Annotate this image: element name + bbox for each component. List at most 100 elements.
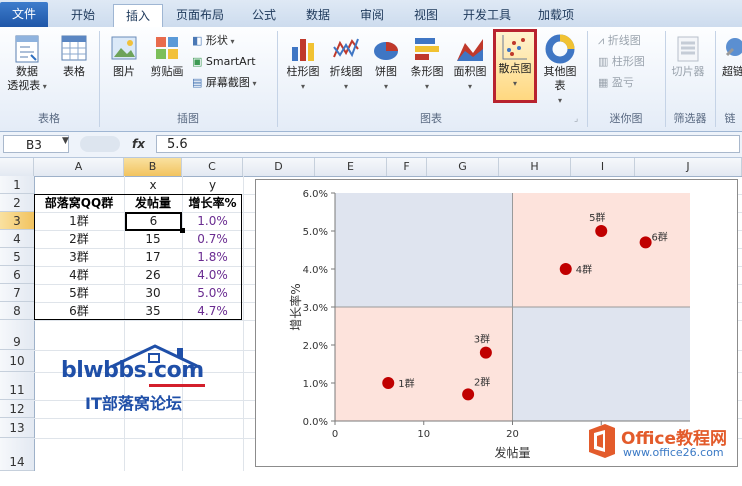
cell-a7[interactable]: 5群: [34, 285, 124, 302]
tab-developer[interactable]: 开发工具: [455, 4, 519, 26]
col-header-i[interactable]: I: [571, 158, 635, 176]
col-header-e[interactable]: E: [315, 158, 387, 176]
col-header-g[interactable]: G: [427, 158, 499, 176]
table-label: 表格: [63, 65, 85, 78]
insert-function-button[interactable]: fx: [132, 135, 145, 153]
tab-file[interactable]: 文件: [0, 2, 48, 27]
cell-b6[interactable]: 26: [124, 267, 182, 284]
line-chart-label: 折线图: [329, 65, 363, 78]
cell-b4[interactable]: 15: [124, 231, 182, 248]
cell-b5[interactable]: 17: [124, 249, 182, 266]
tab-addins[interactable]: 加载项: [526, 4, 586, 26]
row-header-10[interactable]: 10: [0, 350, 34, 372]
name-box[interactable]: B3: [3, 135, 69, 153]
pie-chart-button[interactable]: 饼图 ▾: [368, 33, 404, 94]
row-header-6[interactable]: 6: [0, 266, 34, 284]
x-tick-label: 0: [332, 429, 338, 440]
slicer-button[interactable]: 切片器: [668, 33, 708, 79]
col-header-c[interactable]: C: [182, 158, 243, 176]
col-header-h[interactable]: H: [499, 158, 571, 176]
row-header-2[interactable]: 2: [0, 194, 34, 212]
sparkline-winloss-button[interactable]: ▦ 盈亏: [598, 75, 634, 91]
row-header-9[interactable]: 9: [0, 320, 34, 350]
shapes-button[interactable]: ◧ 形状 ▾: [192, 33, 234, 50]
other-charts-button[interactable]: 其他图表 ▾: [540, 33, 580, 108]
cell-a8[interactable]: 6群: [34, 303, 124, 320]
fill-handle[interactable]: [180, 228, 185, 233]
tab-page-layout[interactable]: 页面布局: [166, 4, 234, 26]
cell-c8[interactable]: 4.7%: [182, 303, 243, 320]
scatter-chart-label: 散点图: [498, 62, 532, 75]
cell-a5[interactable]: 3群: [34, 249, 124, 266]
smartart-button[interactable]: ▣ SmartArt: [192, 54, 256, 70]
row-header-3[interactable]: 3: [0, 212, 34, 230]
tab-home[interactable]: 开始: [58, 4, 108, 26]
sparkline-winloss-icon: ▦: [598, 76, 609, 89]
gridline: [243, 176, 244, 471]
col-header-d[interactable]: D: [243, 158, 315, 176]
cell-b2[interactable]: 发帖量: [124, 195, 182, 212]
row-header-8[interactable]: 8: [0, 302, 34, 320]
blwbbs-domain: blwbbs.com: [61, 358, 204, 383]
row-header-13[interactable]: 13: [0, 418, 34, 438]
col-header-j[interactable]: J: [635, 158, 742, 176]
row-header-7[interactable]: 7: [0, 284, 34, 302]
cell-b1[interactable]: x: [124, 177, 182, 194]
area-chart-button[interactable]: 面积图 ▾: [449, 33, 491, 94]
cell-c5[interactable]: 1.8%: [182, 249, 243, 266]
row-header-1[interactable]: 1: [0, 176, 34, 194]
x-tick-label: 20: [506, 429, 519, 440]
screenshot-button[interactable]: ▤ 屏幕截图 ▾: [192, 75, 256, 92]
col-header-a[interactable]: A: [34, 158, 124, 176]
column-chart-button[interactable]: 柱形图 ▾: [282, 33, 324, 94]
tab-formulas[interactable]: 公式: [240, 4, 288, 26]
row-header-5[interactable]: 5: [0, 248, 34, 266]
picture-button[interactable]: 图片: [104, 33, 144, 79]
group-label-links: 链: [724, 112, 736, 125]
y-tick-label: 0.0%: [303, 417, 328, 428]
col-header-b[interactable]: B: [124, 158, 182, 176]
sparkline-column-button[interactable]: ▥ 柱形图: [598, 54, 645, 70]
tab-review[interactable]: 审阅: [348, 4, 396, 26]
name-box-dropdown-icon[interactable]: ▼: [62, 136, 69, 146]
row-header-14[interactable]: 14: [0, 438, 34, 471]
cell-b7[interactable]: 30: [124, 285, 182, 302]
formula-input[interactable]: 5.6: [156, 135, 740, 153]
data-point: [639, 236, 652, 249]
cell-b8[interactable]: 35: [124, 303, 182, 320]
cell-c3[interactable]: 1.0%: [182, 213, 243, 230]
tab-data[interactable]: 数据: [294, 4, 342, 26]
col-header-f[interactable]: F: [387, 158, 427, 176]
cell-c2[interactable]: 增长率%: [182, 195, 243, 212]
row-header-12[interactable]: 12: [0, 400, 34, 418]
pivot-table-button[interactable]: 数据 透视表 ▾: [4, 33, 50, 94]
cell-c7[interactable]: 5.0%: [182, 285, 243, 302]
row-header-4[interactable]: 4: [0, 230, 34, 248]
cell-c1[interactable]: y: [182, 177, 243, 194]
tab-view[interactable]: 视图: [402, 4, 450, 26]
table-button[interactable]: 表格: [54, 33, 94, 79]
sparkline-line-button[interactable]: ⩘ 折线图: [598, 33, 641, 49]
data-point: [559, 263, 572, 275]
ribbon-tab-bar: 文件 开始 插入 页面布局 公式 数据 审阅 视图 开发工具 加载项: [0, 0, 742, 28]
cell-c4[interactable]: 0.7%: [182, 231, 243, 248]
row-header-11[interactable]: 11: [0, 372, 34, 400]
y-axis-title: 增长率%: [288, 283, 303, 330]
formula-bar-splitter[interactable]: [80, 136, 120, 152]
line-chart-button[interactable]: 折线图 ▾: [325, 33, 367, 94]
bar-chart-button[interactable]: 条形图 ▾: [406, 33, 448, 94]
data-label: 5群: [589, 211, 605, 224]
cell-a6[interactable]: 4群: [34, 267, 124, 284]
hyperlink-button[interactable]: 超链: [718, 33, 742, 79]
select-all-corner[interactable]: [0, 158, 34, 176]
scatter-chart-button[interactable]: 散点图 ▾: [493, 29, 537, 103]
cell-a2[interactable]: 部落窝QQ群: [34, 195, 124, 212]
cell-b3-active[interactable]: 6: [125, 212, 182, 231]
cell-c6[interactable]: 4.0%: [182, 267, 243, 284]
hyperlink-label: 超链: [722, 65, 742, 78]
tab-insert[interactable]: 插入: [113, 4, 163, 28]
cell-a4[interactable]: 2群: [34, 231, 124, 248]
clipart-button[interactable]: 剪贴画: [146, 33, 188, 79]
charts-dialog-launcher-icon[interactable]: ⌟: [574, 111, 578, 127]
cell-a3[interactable]: 1群: [34, 213, 124, 230]
